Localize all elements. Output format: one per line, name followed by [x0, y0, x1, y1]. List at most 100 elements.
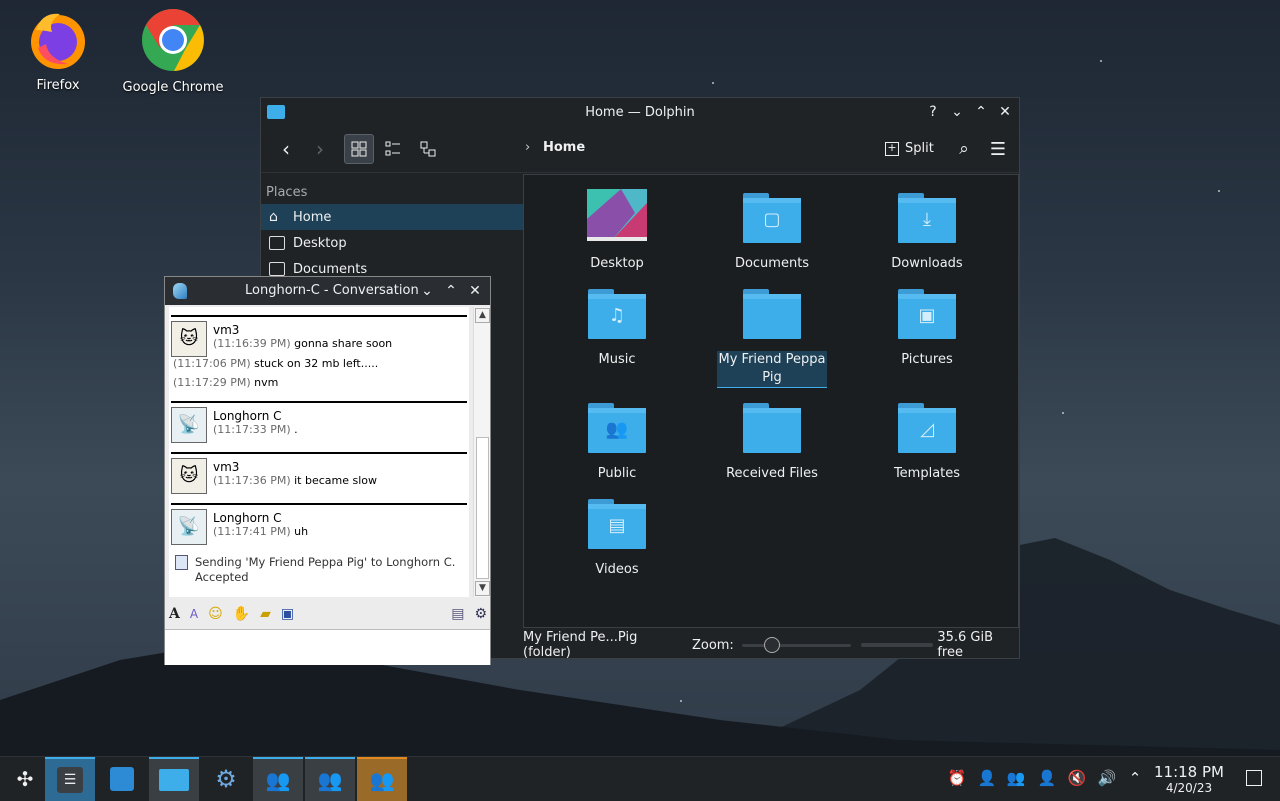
- desktop-folder-icon: [587, 189, 647, 243]
- show-hidden-icons-button[interactable]: ⌃: [1124, 767, 1146, 789]
- message-text: .: [294, 423, 298, 436]
- settings-sliders-icon: ☰: [57, 767, 83, 793]
- chat-scrollbar[interactable]: ▲ ▼: [473, 307, 490, 597]
- task-messenger-1[interactable]: 👥: [253, 757, 303, 801]
- desktop-icon-firefox[interactable]: Firefox: [3, 8, 113, 93]
- close-button[interactable]: ✕: [995, 102, 1015, 122]
- messenger-people-icon: 👥: [265, 768, 291, 792]
- avatar: 📡: [171, 509, 207, 545]
- back-button[interactable]: ‹: [271, 134, 301, 164]
- hand-icon: ✋: [232, 606, 251, 622]
- send-file-button[interactable]: ▰: [260, 606, 271, 622]
- volume-tray-button[interactable]: 🔊: [1096, 767, 1118, 789]
- dolphin-titlebar[interactable]: Home — Dolphin ? ⌄ ⌃ ✕: [261, 98, 1019, 126]
- file-item-videos[interactable]: ▤ Videos: [562, 495, 672, 579]
- accounts-tray-button[interactable]: 👤: [1036, 767, 1058, 789]
- task-messenger-2[interactable]: 👥: [305, 757, 355, 801]
- options-button[interactable]: ⚙: [474, 606, 487, 622]
- help-button[interactable]: ?: [923, 102, 943, 122]
- emoticon-button[interactable]: ☺: [208, 606, 223, 622]
- breadcrumb-separator-icon: ›: [525, 140, 531, 155]
- arrow-left-icon: ‹: [282, 137, 290, 161]
- font-button[interactable]: A: [169, 606, 180, 622]
- maximize-button[interactable]: ⌃: [441, 281, 461, 301]
- task-discover-store[interactable]: [97, 757, 147, 801]
- folder-send-icon: ▰: [260, 606, 271, 622]
- scroll-up-button[interactable]: ▲: [475, 308, 490, 323]
- user-tray-button[interactable]: 👤: [976, 767, 998, 789]
- search-button[interactable]: ⌕: [949, 134, 979, 164]
- places-item-home[interactable]: ⌂ Home: [261, 204, 523, 230]
- folder-icon: [743, 403, 801, 453]
- chat-message: 📡 Longhorn C (11:17:41 PM) uh: [171, 503, 467, 545]
- file-item-public[interactable]: 👥 Public: [562, 399, 672, 483]
- window-title: Longhorn-C - Conversation: [245, 283, 419, 298]
- clock[interactable]: 11:18 PM 4/20/23: [1150, 764, 1228, 796]
- places-item-label: Documents: [293, 261, 368, 277]
- messenger-people-icon: 👥: [317, 768, 343, 792]
- chat-message: 📡 Longhorn C (11:17:33 PM) .: [171, 401, 467, 443]
- zoom-slider[interactable]: [741, 637, 851, 653]
- places-item-label: Desktop: [293, 235, 347, 251]
- history-button[interactable]: ▤: [451, 606, 464, 622]
- breadcrumb-home[interactable]: Home: [543, 140, 585, 155]
- chat-message: 🐱 vm3 (11:16:39 PM) gonna share soon: [171, 315, 467, 357]
- icons-view-button[interactable]: [344, 134, 374, 164]
- messenger-people-icon: 👥: [1006, 769, 1026, 787]
- scroll-down-button[interactable]: ▼: [475, 581, 490, 596]
- save-button[interactable]: ▣: [281, 606, 294, 622]
- status-bar: My Friend Pe...Pig (folder) Zoom: 35.6 G…: [523, 630, 1019, 660]
- file-item-desktop[interactable]: Desktop: [562, 189, 672, 273]
- file-item-pictures[interactable]: ▣ Pictures: [872, 285, 982, 369]
- user-icon: 👤: [977, 769, 997, 787]
- message-input[interactable]: [165, 629, 490, 665]
- compact-view-button[interactable]: [413, 134, 443, 164]
- places-item-desktop[interactable]: Desktop: [261, 230, 523, 256]
- help-icon: ?: [929, 104, 937, 120]
- application-launcher-button[interactable]: ✣: [0, 757, 50, 801]
- task-system-settings[interactable]: ⚙: [201, 757, 251, 801]
- scroll-thumb[interactable]: [476, 437, 489, 579]
- details-view-button[interactable]: [378, 134, 408, 164]
- alarm-icon: ⏰: [947, 769, 967, 787]
- task-system-settings-panel[interactable]: ☰: [45, 757, 95, 801]
- menu-button[interactable]: ☰: [983, 134, 1013, 164]
- chevron-down-icon: ⌄: [951, 104, 963, 120]
- messenger-tray-button[interactable]: 👥: [1005, 767, 1027, 789]
- chat-history: 🐱 vm3 (11:16:39 PM) gonna share soon (11…: [169, 307, 469, 597]
- satellite-dish-icon: 📡: [177, 414, 201, 435]
- file-item-templates[interactable]: ◿ Templates: [872, 399, 982, 483]
- file-item-documents[interactable]: ▢ Documents: [717, 189, 827, 273]
- maximize-button[interactable]: ⌃: [971, 102, 991, 122]
- file-item-label: Videos: [595, 562, 639, 577]
- places-item-label: Home: [293, 209, 332, 225]
- file-item-received-files[interactable]: Received Files: [717, 399, 827, 483]
- mute-tray-button[interactable]: 🔇: [1066, 767, 1088, 789]
- desktop-icon-chrome[interactable]: Google Chrome: [118, 8, 228, 95]
- file-item-my-friend-peppa-pig[interactable]: My Friend Peppa Pig: [717, 285, 827, 388]
- gear-icon: ⚙: [215, 765, 237, 793]
- file-item-downloads[interactable]: ⤓ Downloads: [872, 189, 982, 273]
- file-item-label: Templates: [893, 466, 961, 481]
- close-button[interactable]: ✕: [465, 281, 485, 301]
- task-dolphin[interactable]: [149, 757, 199, 801]
- minimize-button[interactable]: ⌄: [947, 102, 967, 122]
- conversation-titlebar[interactable]: Longhorn-C - Conversation ⌄ ⌃ ✕: [165, 277, 490, 305]
- forward-button[interactable]: ›: [305, 134, 335, 164]
- file-item-label: Music: [598, 352, 636, 367]
- task-messenger-conversation[interactable]: 👥: [357, 757, 407, 801]
- zoom-slider-handle[interactable]: [763, 637, 780, 653]
- file-item-label: Documents: [734, 256, 810, 271]
- font-color-button[interactable]: A: [190, 606, 198, 622]
- show-desktop-button[interactable]: [1246, 770, 1262, 786]
- free-space-label: 35.6 GiB free: [937, 630, 994, 660]
- minimize-button[interactable]: ⌄: [417, 281, 437, 301]
- notifications-tray-button[interactable]: ⏰: [946, 767, 968, 789]
- file-transfer-icon: [175, 555, 188, 570]
- split-button[interactable]: + Split: [885, 141, 934, 156]
- nudge-button[interactable]: ✋: [233, 606, 250, 622]
- conversation-window: Longhorn-C - Conversation ⌄ ⌃ ✕ 🐱 vm3 (1…: [164, 276, 491, 665]
- message-text: gonna share soon: [294, 337, 393, 350]
- file-item-music[interactable]: ♫ Music: [562, 285, 672, 369]
- message-time: (11:17:41 PM): [213, 525, 291, 538]
